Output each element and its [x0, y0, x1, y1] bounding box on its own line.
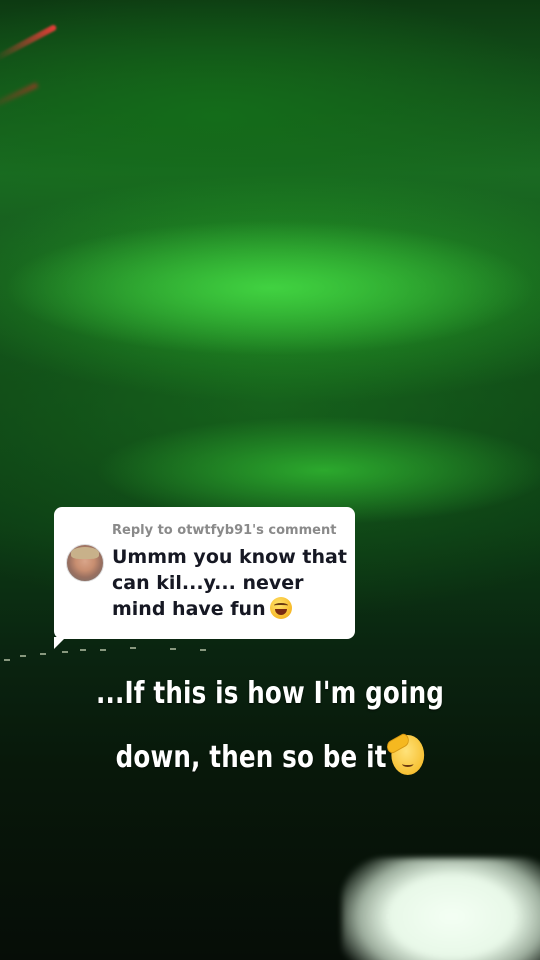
video-background[interactable] — [0, 0, 540, 960]
caption-text-1: ...If this is how I'm going — [95, 676, 445, 711]
red-streak-faint — [0, 82, 39, 113]
reply-comment-card[interactable]: Reply to otwtfyb91's comment Ummm you kn… — [54, 507, 355, 649]
grinning-squinting-emoji-icon — [269, 597, 292, 619]
caption-text-2: down, then so be it — [115, 740, 387, 775]
commenter-avatar[interactable] — [66, 544, 104, 582]
reply-card-tail — [54, 637, 66, 649]
red-streak — [0, 23, 58, 63]
reply-comment-text: Ummm you know that can kil...y... never … — [112, 546, 347, 620]
reply-body: Ummm you know that can kil...y... never … — [112, 544, 348, 622]
caption-line-1: ...If this is how I'm going — [49, 676, 492, 711]
avatar-hair — [71, 547, 99, 559]
bright-light-blob — [342, 858, 540, 960]
saluting-face-emoji-icon — [391, 735, 425, 775]
horizon-lights — [0, 645, 240, 665]
caption-line-2: down, then so be it — [49, 735, 492, 775]
reply-header: Reply to otwtfyb91's comment — [112, 523, 337, 538]
